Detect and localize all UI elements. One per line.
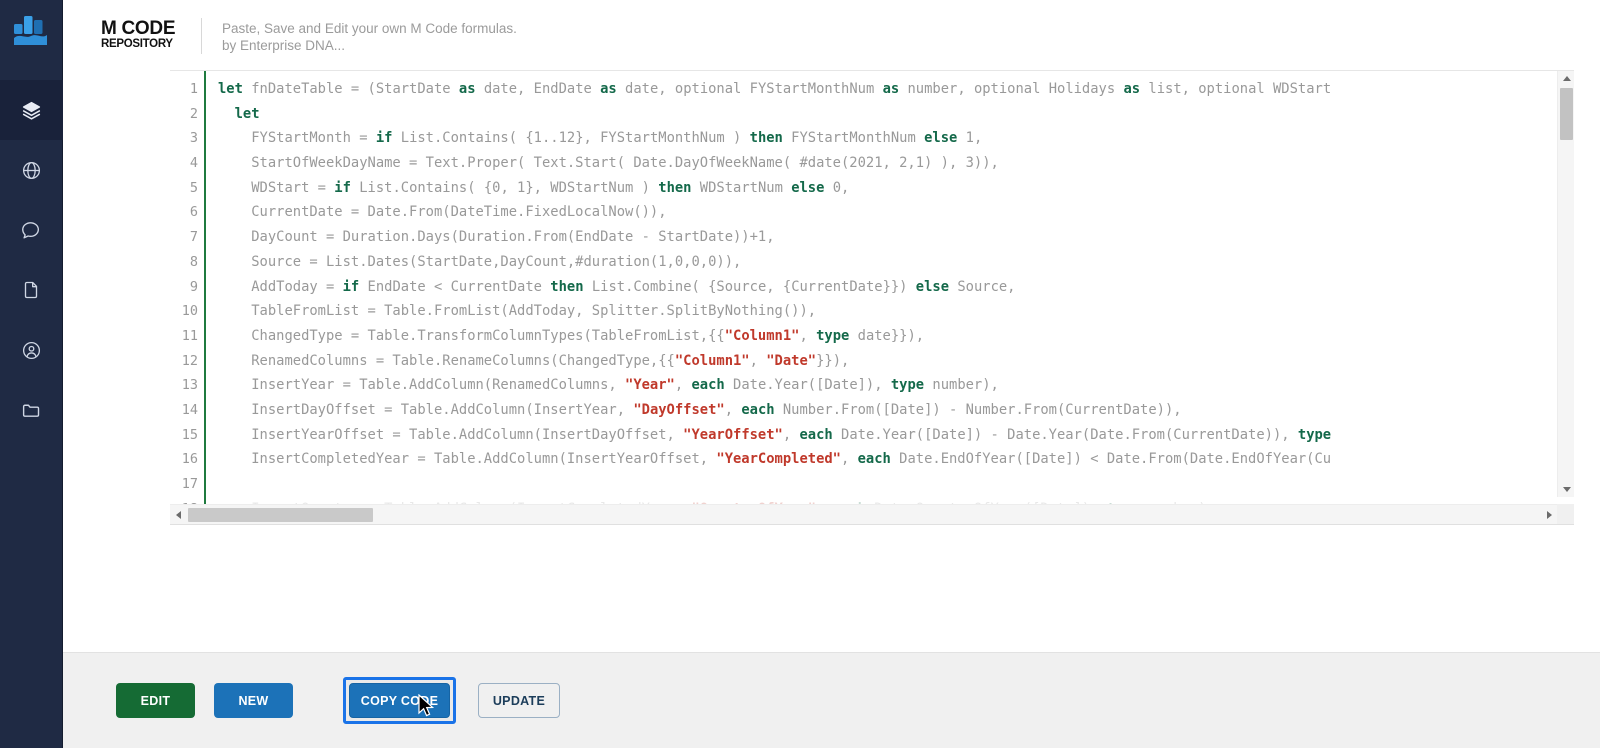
code-line: Source = List.Dates(StartDate,DayCount,#… xyxy=(218,253,742,270)
brand-line-2: REPOSITORY xyxy=(101,38,173,50)
code-line: DayCount = Duration.Days(Duration.From(E… xyxy=(218,229,775,246)
scrollbar-corner xyxy=(1557,504,1574,524)
code-line: RenamedColumns = Table.RenameColumns(Cha… xyxy=(218,352,850,369)
code-line: InsertYearOffset = Table.AddColumn(Inser… xyxy=(218,426,1332,443)
copy-code-focus-ring: COPY CODE xyxy=(343,677,456,724)
line-number: 15 xyxy=(181,426,198,443)
scroll-down-arrow[interactable] xyxy=(1558,482,1574,497)
sidebar-item-document[interactable] xyxy=(0,260,63,320)
enterprise-dna-logo[interactable] xyxy=(0,0,63,62)
scroll-right-arrow[interactable] xyxy=(1541,505,1557,524)
line-number: 5 xyxy=(189,179,198,196)
globe-icon xyxy=(22,161,40,179)
edit-button[interactable]: EDIT xyxy=(116,683,195,718)
code-editor[interactable]: 1 2 3 4 5 6 7 8 9 10 11 12 13 14 15 16 1… xyxy=(170,70,1574,525)
code-line: AddToday = if EndDate < CurrentDate then… xyxy=(218,278,1016,295)
content-spacer xyxy=(63,525,1600,652)
line-number: 10 xyxy=(181,303,198,320)
sidebar-item-folder[interactable] xyxy=(0,380,63,440)
line-number: 11 xyxy=(181,327,198,344)
left-sidebar xyxy=(0,0,63,748)
logo-bars-icon xyxy=(14,16,47,45)
tagline-line-2: by Enterprise DNA... xyxy=(222,38,346,53)
code-line: InsertDayOffset = Table.AddColumn(Insert… xyxy=(218,401,1182,418)
copy-code-button[interactable]: COPY CODE xyxy=(349,683,450,718)
app-root: M CODE REPOSITORY Paste, Save and Edit y… xyxy=(0,0,1600,748)
brand-logo: M CODE REPOSITORY xyxy=(101,14,201,50)
sidebar-item-chat[interactable] xyxy=(0,200,63,260)
code-line: let xyxy=(234,105,260,122)
line-number-gutter: 1 2 3 4 5 6 7 8 9 10 11 12 13 14 15 16 1… xyxy=(170,71,206,524)
code-line: FYStartMonth = if List.Contains( {1..12}… xyxy=(218,130,983,147)
editor-vertical-scrollbar[interactable] xyxy=(1557,71,1574,497)
folder-icon xyxy=(22,404,39,417)
new-button[interactable]: NEW xyxy=(214,683,293,718)
action-bar: EDIT NEW COPY CODE UPDATE xyxy=(63,652,1600,748)
code-line: let fnDateTable = (StartDate as date, En… xyxy=(218,81,1332,97)
layers-icon xyxy=(22,101,40,120)
sidebar-item-globe[interactable] xyxy=(0,140,63,200)
line-number: 9 xyxy=(189,278,198,295)
code-line: InsertYear = Table.AddColumn(RenamedColu… xyxy=(218,377,999,394)
line-number: 16 xyxy=(181,451,198,468)
scroll-up-arrow[interactable] xyxy=(1558,71,1574,86)
code-line: ChangedType = Table.TransformColumnTypes… xyxy=(218,327,925,344)
scroll-left-arrow[interactable] xyxy=(170,505,186,524)
code-line: StartOfWeekDayName = Text.Proper( Text.S… xyxy=(218,155,999,172)
page-tagline: Paste, Save and Edit your own M Code for… xyxy=(202,14,517,54)
code-line: TableFromList = Table.FromList(AddToday,… xyxy=(218,303,817,320)
code-line: WDStart = if List.Contains( {0, 1}, WDSt… xyxy=(218,179,850,196)
editor-horizontal-scrollbar[interactable] xyxy=(170,504,1574,524)
line-number: 1 xyxy=(189,81,198,97)
line-number: 3 xyxy=(189,130,198,147)
vertical-scroll-thumb[interactable] xyxy=(1560,88,1573,140)
main-panel: M CODE REPOSITORY Paste, Save and Edit y… xyxy=(63,0,1600,748)
line-number: 12 xyxy=(181,352,198,369)
line-number: 17 xyxy=(181,476,198,492)
tagline-line-1: Paste, Save and Edit your own M Code for… xyxy=(222,21,517,36)
line-number: 14 xyxy=(181,401,198,418)
user-circle-icon xyxy=(22,341,40,359)
brand-line-1: M CODE xyxy=(101,18,176,39)
line-number: 6 xyxy=(189,204,198,221)
line-number: 13 xyxy=(181,377,198,394)
line-number: 4 xyxy=(189,155,198,172)
line-number: 2 xyxy=(189,105,198,122)
code-line: InsertCompletedYear = Table.AddColumn(In… xyxy=(218,451,1332,468)
page-header: M CODE REPOSITORY Paste, Save and Edit y… xyxy=(63,0,1600,70)
sidebar-item-account[interactable] xyxy=(0,320,63,380)
code-line: CurrentDate = Date.From(DateTime.FixedLo… xyxy=(218,204,667,221)
line-number: 8 xyxy=(189,253,198,270)
document-icon xyxy=(24,281,38,299)
chat-bubble-icon xyxy=(22,222,40,239)
sidebar-item-layers[interactable] xyxy=(0,80,63,140)
horizontal-scroll-thumb[interactable] xyxy=(188,508,373,522)
line-number: 7 xyxy=(189,229,198,246)
code-content[interactable]: let fnDateTable = (StartDate as date, En… xyxy=(206,71,1574,524)
update-button[interactable]: UPDATE xyxy=(478,683,560,718)
